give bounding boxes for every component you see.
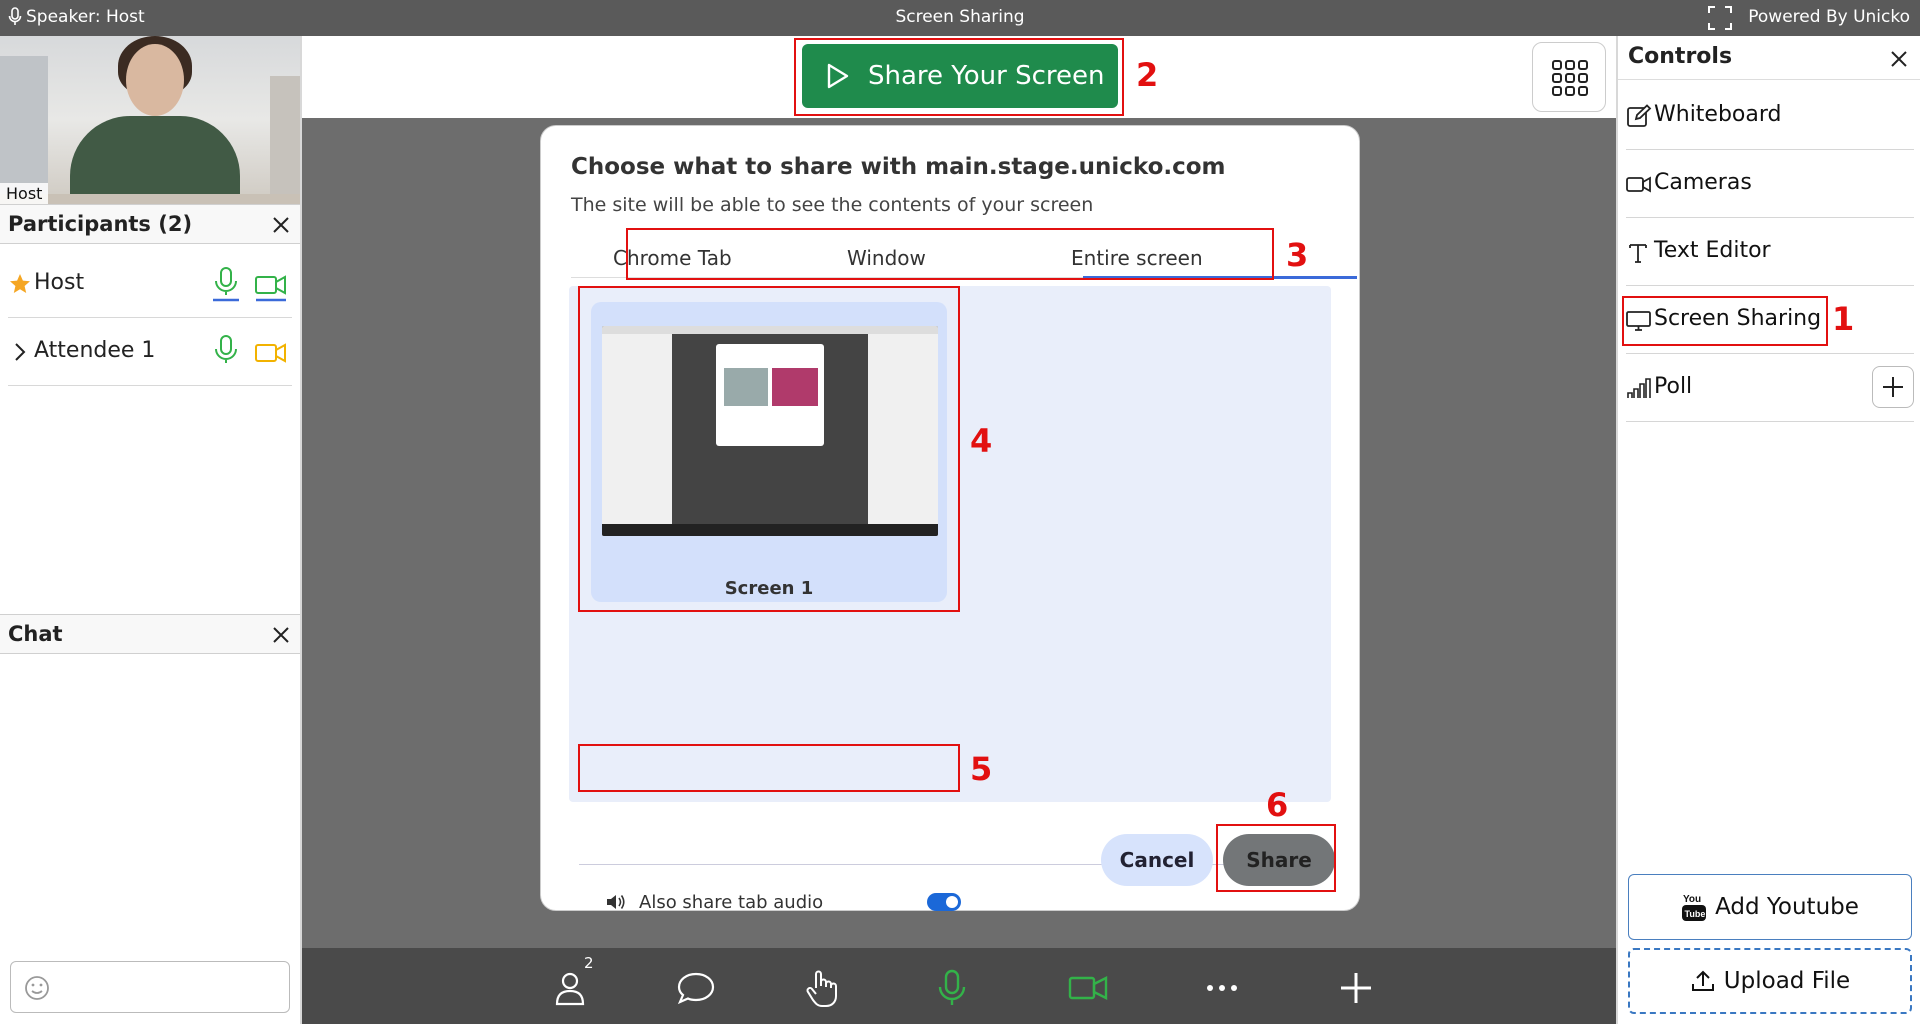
annotation-number-6: 6 <box>1266 786 1289 824</box>
person-body <box>70 116 240 204</box>
video-camera-icon <box>1626 176 1651 193</box>
control-label: Poll <box>1654 374 1693 399</box>
svg-text:You: You <box>1683 894 1701 905</box>
annotation-number-4: 4 <box>970 422 993 460</box>
dialog-title: Choose what to share with main.stage.uni… <box>571 154 1226 180</box>
control-label: Cameras <box>1654 170 1752 195</box>
fullscreen-icon[interactable] <box>1707 5 1733 31</box>
annotation-number-1: 1 <box>1832 300 1855 338</box>
participants-header: Participants (2) <box>0 204 300 244</box>
layout-grid-button[interactable] <box>1532 42 1606 112</box>
bar-chart-icon <box>1627 378 1651 398</box>
annotation-number-3: 3 <box>1286 236 1309 274</box>
microphone-icon[interactable] <box>932 968 972 1008</box>
background-shelf <box>0 56 48 204</box>
youtube-icon: You Tube <box>1682 894 1707 921</box>
upload-file-label: Upload File <box>1723 968 1851 994</box>
close-icon[interactable] <box>270 214 292 236</box>
control-poll[interactable]: Poll <box>1626 354 1914 422</box>
left-panel: Host Participants (2) Host Attendee 1 Ch… <box>0 36 302 1024</box>
control-label: Text Editor <box>1654 238 1771 263</box>
text-icon <box>1629 244 1647 263</box>
share-audio-row[interactable]: Also share tab audio <box>593 882 961 922</box>
participants-count-badge: 2 <box>584 954 594 972</box>
participant-name: Host <box>34 270 85 295</box>
video-name-label: Host <box>0 183 49 204</box>
camera-icon[interactable] <box>1068 968 1108 1008</box>
chat-input[interactable] <box>10 961 290 1013</box>
participant-row-host[interactable]: Host <box>8 250 292 318</box>
add-youtube-label: Add Youtube <box>1715 894 1859 920</box>
more-icon[interactable] <box>1202 968 1242 1008</box>
participant-row-attendee[interactable]: Attendee 1 <box>8 318 292 386</box>
speaker-icon <box>607 895 625 909</box>
annotation-number-5: 5 <box>970 750 993 788</box>
top-bar: Speaker: Host Screen Sharing Powered By … <box>0 0 1920 36</box>
share-audio-label: Also share tab audio <box>639 892 824 913</box>
participants-icon[interactable] <box>552 968 592 1008</box>
star-icon <box>10 274 30 293</box>
participant-name: Attendee 1 <box>34 338 156 363</box>
raise-hand-icon[interactable] <box>802 968 842 1008</box>
chat-header: Chat <box>0 614 300 654</box>
camera-icon[interactable] <box>254 270 288 302</box>
annotation-box-3 <box>626 228 1274 280</box>
control-whiteboard[interactable]: Whiteboard <box>1626 82 1914 150</box>
plus-icon <box>1883 377 1903 397</box>
upload-file-button[interactable]: Upload File <box>1628 948 1912 1014</box>
add-poll-button[interactable] <box>1872 366 1914 408</box>
cancel-button[interactable]: Cancel <box>1101 834 1213 886</box>
annotation-box-4 <box>578 286 960 612</box>
window-title: Screen Sharing <box>895 7 1025 27</box>
annotation-number-2: 2 <box>1136 56 1159 94</box>
close-icon[interactable] <box>1888 48 1910 70</box>
controls-panel: Controls Whiteboard Cameras Text Editor … <box>1616 36 1920 1024</box>
add-youtube-button[interactable]: You Tube Add Youtube <box>1628 874 1912 940</box>
chat-title: Chat <box>8 622 63 646</box>
microphone-icon[interactable] <box>213 334 239 370</box>
upload-icon <box>1691 970 1714 991</box>
person-head <box>126 44 184 116</box>
microphone-icon[interactable] <box>213 266 239 302</box>
toggle-knob <box>946 896 958 908</box>
annotation-box-6 <box>1216 824 1336 892</box>
chat-bubble-icon[interactable] <box>676 968 716 1008</box>
chevron-right-icon[interactable] <box>8 340 32 364</box>
annotation-box-5 <box>578 744 960 792</box>
bottom-toolbar: 2 <box>302 948 1616 1024</box>
dialog-subtitle: The site will be able to see the content… <box>571 194 1094 216</box>
edit-icon <box>1627 104 1652 127</box>
host-video[interactable]: Host <box>0 36 300 204</box>
camera-icon[interactable] <box>254 338 288 370</box>
participants-title: Participants (2) <box>8 212 193 236</box>
plus-icon[interactable] <box>1336 968 1376 1008</box>
control-label: Whiteboard <box>1654 102 1782 127</box>
svg-text:Tube: Tube <box>1685 909 1706 919</box>
grid-icon <box>1552 60 1588 96</box>
share-audio-toggle[interactable] <box>927 893 961 911</box>
controls-title: Controls <box>1628 44 1733 69</box>
annotation-box-1 <box>1622 296 1828 346</box>
control-cameras[interactable]: Cameras <box>1626 150 1914 218</box>
control-text-editor[interactable]: Text Editor <box>1626 218 1914 286</box>
emoji-icon[interactable] <box>23 974 51 1002</box>
close-icon[interactable] <box>270 624 292 646</box>
background-shelf-right <box>270 76 300 204</box>
powered-by: Powered By Unicko <box>1748 7 1910 27</box>
controls-header: Controls <box>1618 36 1920 80</box>
annotation-box-2 <box>794 38 1124 116</box>
